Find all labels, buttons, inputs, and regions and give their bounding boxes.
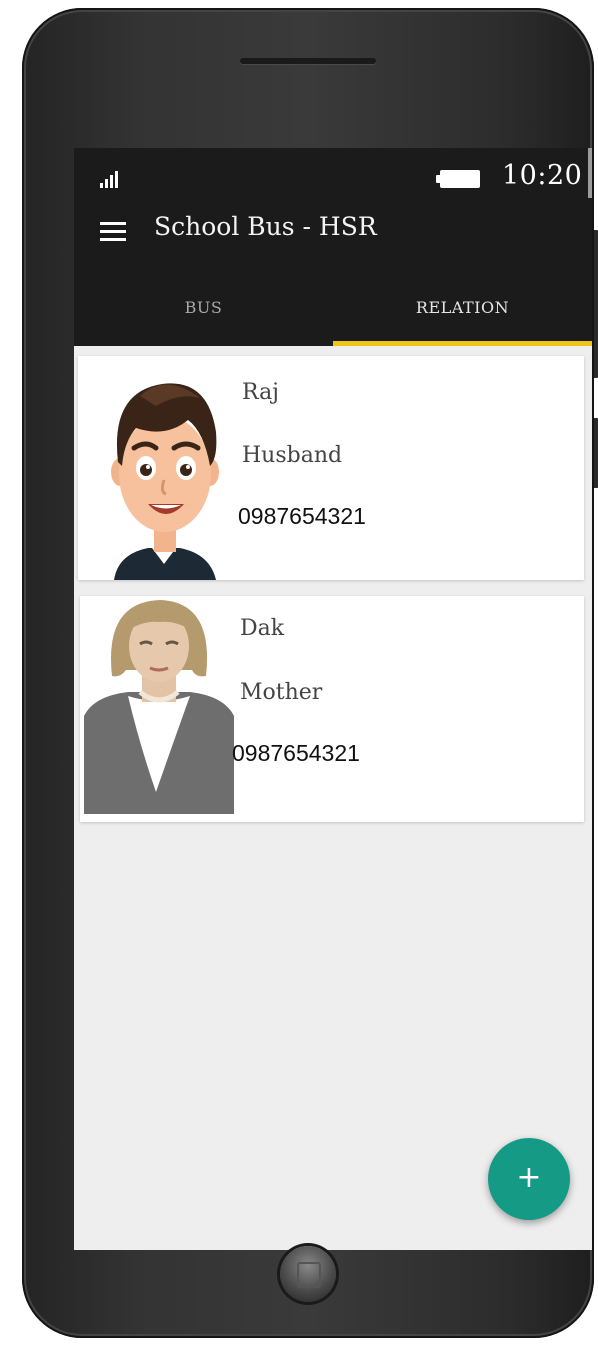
- app-screen: 10:20 School Bus - HSR BUS RELATION Raj …: [74, 148, 592, 1250]
- relation-phone: 0987654321: [238, 503, 366, 529]
- tab-relation[interactable]: RELATION: [333, 298, 592, 317]
- relation-phone: 0987654321: [232, 740, 360, 766]
- battery-icon: [436, 170, 480, 188]
- hamburger-menu-icon[interactable]: [100, 222, 126, 242]
- app-bar: School Bus - HSR BUS RELATION: [74, 198, 592, 346]
- phone-speaker: [240, 58, 376, 64]
- relation-card-raj[interactable]: Raj Husband 0987654321: [78, 356, 584, 580]
- tab-selected-indicator: [333, 341, 592, 346]
- phone-frame: 10:20 School Bus - HSR BUS RELATION Raj …: [22, 8, 598, 1338]
- relation-type: Mother: [240, 680, 323, 705]
- status-bar: 10:20: [74, 148, 592, 198]
- volume-button: [594, 230, 598, 378]
- app-title: School Bus - HSR: [154, 212, 377, 241]
- relation-card-dak[interactable]: Dak Mother 0987654321: [80, 596, 584, 822]
- relation-name: Raj: [242, 380, 280, 405]
- relation-type: Husband: [242, 443, 343, 468]
- add-relation-button[interactable]: +: [488, 1138, 570, 1220]
- tab-bus[interactable]: BUS: [74, 298, 333, 317]
- home-button: [280, 1246, 336, 1302]
- man-avatar: [96, 362, 232, 580]
- status-bar-edge: [588, 148, 592, 198]
- woman-avatar: [84, 596, 234, 814]
- status-time: 10:20: [502, 160, 583, 191]
- power-button: [594, 418, 598, 488]
- relation-name: Dak: [240, 616, 285, 641]
- signal-icon: [100, 171, 120, 188]
